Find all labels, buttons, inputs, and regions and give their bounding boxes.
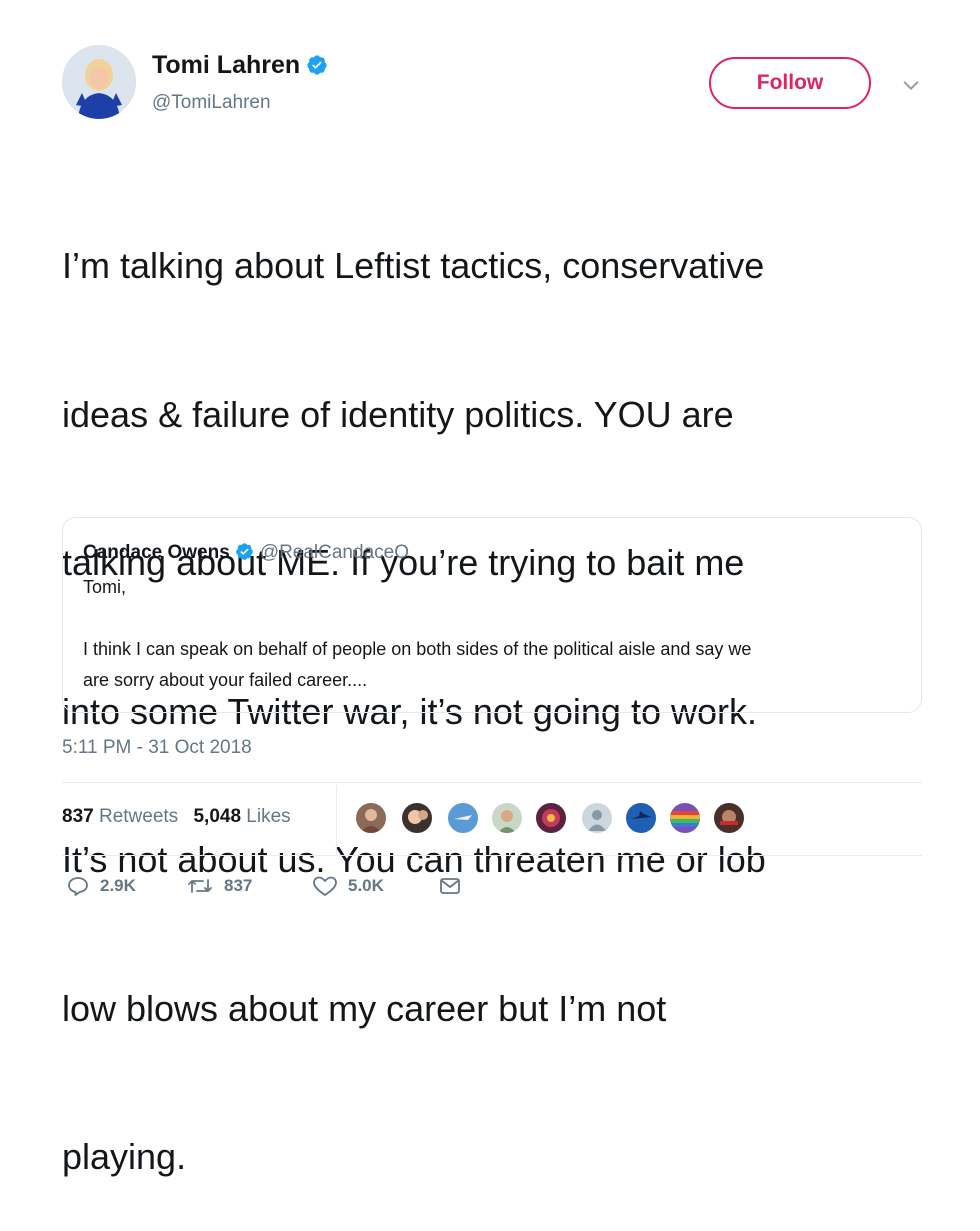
- reply-count: 2.9K: [100, 876, 136, 895]
- divider: [62, 855, 922, 856]
- engagement-stats: 837 Retweets 5,048 Likes: [62, 806, 301, 828]
- quoted-text-line: Tomi,: [83, 577, 127, 597]
- liker-avatar[interactable]: [354, 801, 388, 835]
- liker-avatar[interactable]: [490, 801, 524, 835]
- heart-icon: [313, 876, 337, 896]
- quoted-text-line: I think I can speak on behalf of people …: [83, 639, 752, 659]
- retweets-label: Retweets: [98, 806, 179, 827]
- liker-avatar[interactable]: [534, 801, 568, 835]
- tweet-timestamp[interactable]: 5:11 PM - 31 Oct 2018: [62, 737, 252, 759]
- liker-avatar[interactable]: [624, 801, 658, 835]
- tweet-line: playing.: [62, 1136, 187, 1177]
- likes-stat[interactable]: 5,048 Likes: [193, 806, 290, 827]
- quoted-author-name: Candace Owens: [83, 542, 230, 563]
- quoted-author: Candace Owens @RealCandaceO: [83, 542, 409, 564]
- divider: [62, 782, 922, 783]
- reply-icon: [68, 877, 88, 896]
- default-avatar-icon[interactable]: [580, 801, 614, 835]
- quoted-text-line: are sorry about your failed career....: [83, 670, 368, 690]
- divider: [336, 785, 337, 855]
- retweet-count: 837: [224, 876, 253, 895]
- chevron-down-icon[interactable]: [900, 74, 922, 96]
- verified-badge-icon: [235, 543, 253, 560]
- liker-avatar[interactable]: [400, 801, 434, 835]
- author-name[interactable]: Tomi Lahren: [152, 51, 328, 80]
- tweet-line: ideas & failure of identity politics. YO…: [62, 393, 734, 435]
- reply-button[interactable]: 2.9K: [66, 874, 136, 898]
- retweet-button[interactable]: 837: [186, 874, 252, 898]
- author-handle[interactable]: @TomiLahren: [152, 92, 271, 114]
- author-name-text[interactable]: Tomi Lahren: [152, 51, 300, 79]
- likes-label: Likes: [246, 806, 291, 827]
- tweet-line: low blows about my career but I’m not: [62, 987, 667, 1029]
- author-avatar[interactable]: [62, 45, 136, 119]
- avatar-image: [62, 45, 136, 119]
- retweets-count: 837: [62, 806, 94, 827]
- like-button[interactable]: 5.0K: [312, 874, 384, 898]
- envelope-icon: [440, 878, 460, 894]
- verified-badge-icon: [307, 55, 327, 75]
- like-count: 5.0K: [348, 876, 384, 895]
- retweet-icon: [188, 879, 212, 893]
- follow-button[interactable]: Follow: [709, 57, 871, 109]
- likes-count: 5,048: [193, 806, 242, 827]
- direct-message-button[interactable]: [438, 874, 472, 898]
- liker-avatar[interactable]: [712, 801, 746, 835]
- liker-avatar[interactable]: [446, 801, 480, 835]
- retweets-stat[interactable]: 837 Retweets: [62, 806, 178, 827]
- liker-avatar[interactable]: [668, 801, 702, 835]
- tweet-line: I’m talking about Leftist tactics, conse…: [62, 245, 765, 286]
- quoted-author-handle: @RealCandaceO: [259, 542, 409, 563]
- quoted-tweet-card[interactable]: Candace Owens @RealCandaceO Tomi, I think…: [62, 517, 922, 713]
